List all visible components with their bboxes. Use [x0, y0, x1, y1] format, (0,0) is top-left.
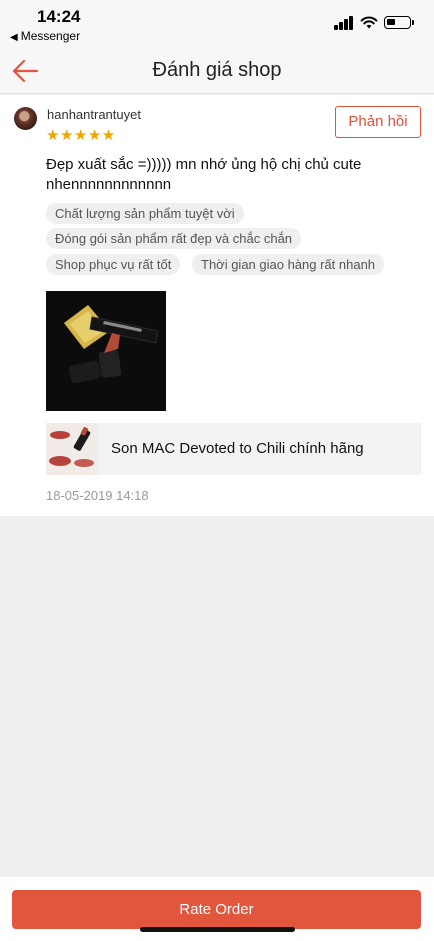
nav-bar: Đánh giá shop	[0, 48, 434, 94]
bottom-bar: Rate Order	[0, 877, 434, 941]
review-tag: Chất lượng sản phẩm tuyệt vời	[46, 203, 244, 224]
signal-icon	[334, 16, 354, 30]
battery-icon	[384, 16, 414, 29]
review-comment: Đẹp xuất sắc =))))) mn nhớ ủng hộ chị ch…	[46, 156, 362, 193]
home-indicator[interactable]	[140, 927, 295, 932]
reply-button[interactable]: Phản hồi	[335, 106, 421, 138]
product-thumbnail	[46, 423, 98, 475]
reviewer-username: hanhantrantuyet	[47, 107, 141, 122]
rating-stars: ★★★★★	[46, 127, 116, 144]
product-link[interactable]: Son MAC Devoted to Chili chính hãng	[46, 423, 421, 475]
review-tag: Shop phục vụ rất tốt	[46, 254, 181, 275]
status-time: 14:24	[37, 7, 81, 26]
review-date: 18-05-2019 14:18	[46, 488, 149, 503]
review-tag: Thời gian giao hàng rất nhanh	[192, 254, 385, 275]
avatar[interactable]	[14, 107, 37, 130]
page-title: Đánh giá shop	[152, 59, 282, 81]
review-photo[interactable]	[46, 291, 166, 411]
back-triangle-icon: ◀	[10, 32, 18, 43]
rate-order-button[interactable]: Rate Order	[12, 890, 421, 929]
wifi-icon	[360, 16, 378, 29]
review-tag: Đóng gói sản phẩm rất đẹp và chắc chắn	[46, 228, 302, 249]
product-name: Son MAC Devoted to Chili chính hãng	[111, 440, 364, 457]
status-bar: 14:24 ◀ Messenger	[0, 0, 434, 48]
review-card: hanhantrantuyet ★★★★★ Phản hồi Đẹp xuất …	[0, 95, 434, 516]
back-to-app-link[interactable]: ◀ Messenger	[10, 29, 80, 43]
back-app-label: Messenger	[20, 29, 81, 43]
